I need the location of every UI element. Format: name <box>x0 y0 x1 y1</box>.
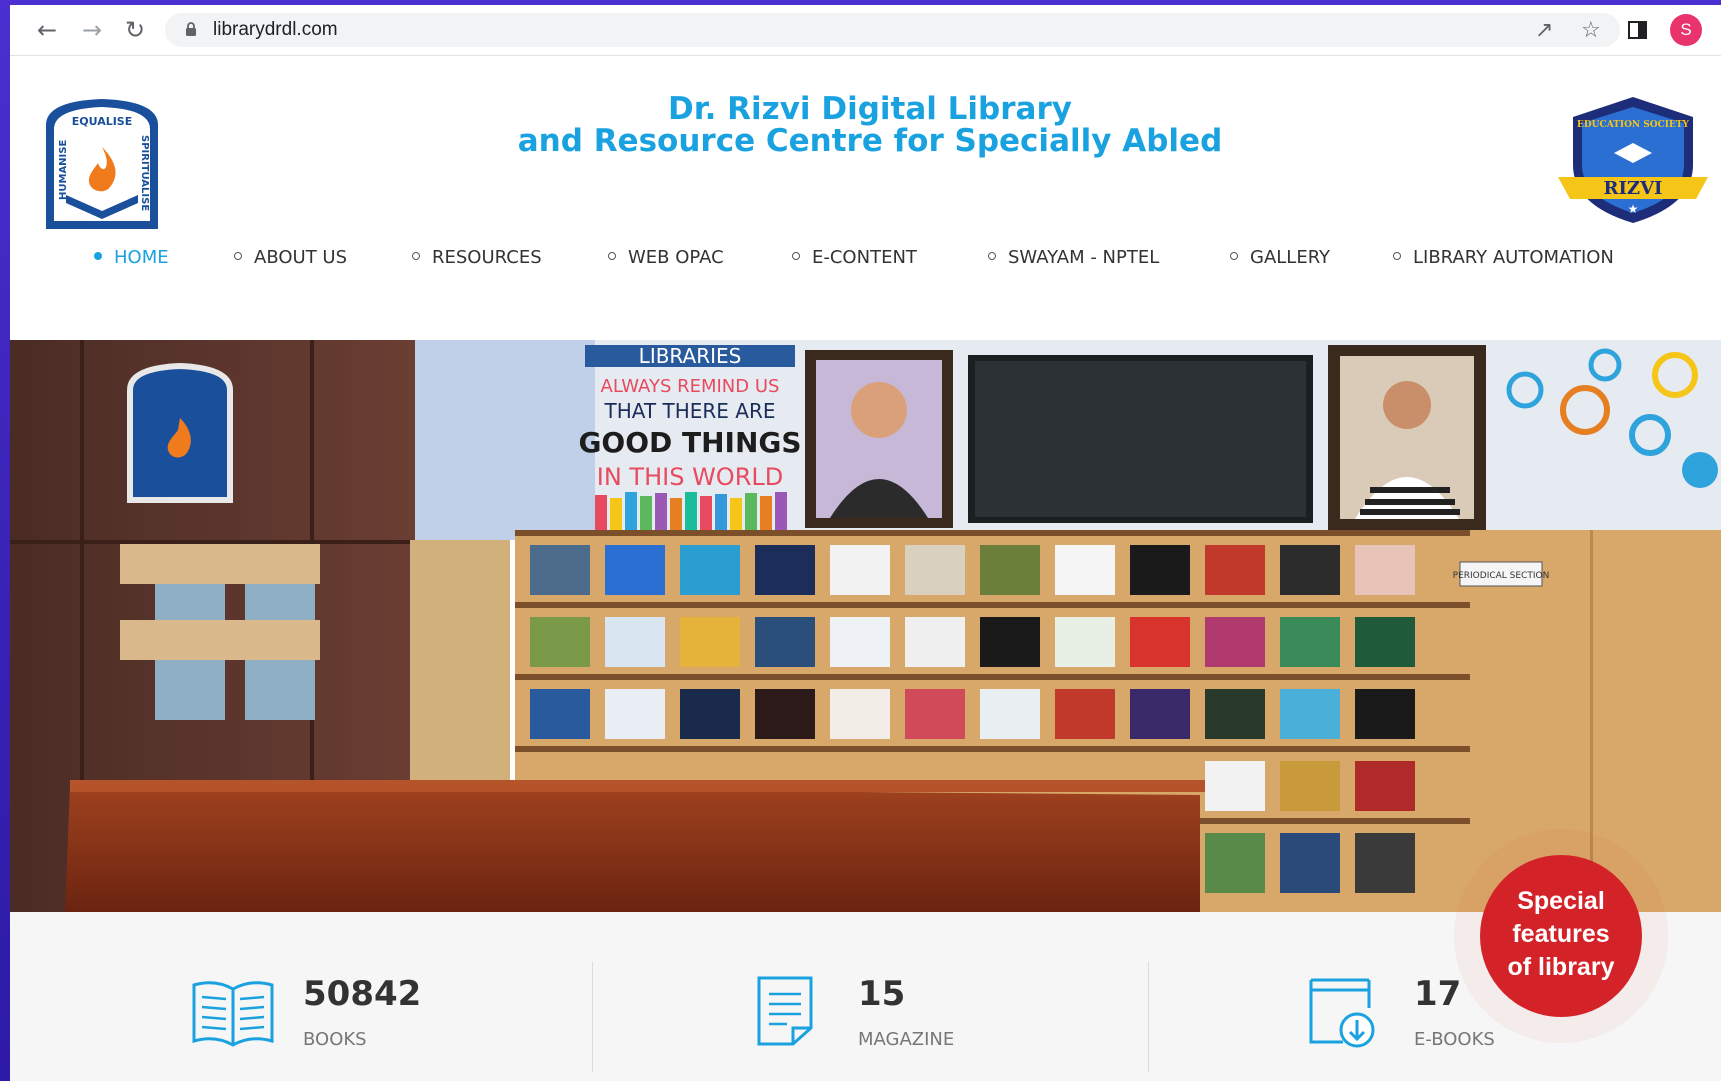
books-count: 50842 <box>303 974 422 1014</box>
profile-avatar[interactable]: S <box>1670 14 1702 46</box>
society-logo[interactable]: EDUCATION SOCIETY RIZVI ★ <box>1558 95 1708 225</box>
nav-resources-label: RESOURCES <box>432 247 542 268</box>
main-navigation: HOME ABOUT US RESOURCES WEB OPAC E-CONTE… <box>10 247 1721 277</box>
logo-text-rizvi: RIZVI <box>1604 178 1663 199</box>
address-bar[interactable]: librarydrdl.com ↗ ☆ <box>165 13 1620 47</box>
nav-swayam-nptel[interactable]: SWAYAM - NPTEL <box>988 247 1159 268</box>
lock-icon <box>186 22 196 36</box>
library-logo[interactable]: EQUALISE HUMANISE SPIRITUALISE <box>36 95 168 235</box>
periodical-sign-text: PERIODICAL SECTION <box>1453 571 1550 581</box>
nav-about-us-label: ABOUT US <box>254 247 348 268</box>
site-title-line1: Dr. Rizvi Digital Library <box>668 91 1072 127</box>
bullet-icon <box>412 252 420 260</box>
stats-section: 50842 BOOKS 15 MAGAZINE 17 E-BOOKS <box>10 912 1721 1081</box>
logo-text-education-society: EDUCATION SOCIETY <box>1577 120 1690 130</box>
bullet-icon <box>1230 252 1238 260</box>
reload-icon[interactable]: ↻ <box>120 15 150 45</box>
browser-window: ← → ↻ librarydrdl.com ↗ ☆ S EQUALISE HUM… <box>10 5 1721 1081</box>
wall-quote-line1: ALWAYS REMIND US <box>601 376 780 397</box>
share-icon[interactable]: ↗ <box>1535 18 1553 43</box>
nav-home-label: HOME <box>114 247 169 268</box>
nav-home[interactable]: HOME <box>94 247 169 268</box>
wall-quote-line2: THAT THERE ARE <box>604 399 776 423</box>
nav-e-content-label: E-CONTENT <box>812 247 917 268</box>
books-label: BOOKS <box>303 1029 367 1050</box>
document-icon <box>757 976 813 1046</box>
special-features-button[interactable]: Special features of library <box>1480 855 1642 1017</box>
logo-text-humanise: HUMANISE <box>58 140 69 200</box>
logo-text-spiritualise: SPIRITUALISE <box>139 135 150 211</box>
bullet-icon <box>792 252 800 260</box>
magazine-count: 15 <box>858 974 906 1014</box>
special-line1: Special <box>1517 887 1605 915</box>
special-line3: of library <box>1507 953 1615 981</box>
bullet-icon <box>1393 252 1401 260</box>
url-text[interactable]: librarydrdl.com <box>213 19 338 41</box>
nav-library-automation-label: LIBRARY AUTOMATION <box>1413 247 1614 268</box>
wall-quote-line3: GOOD THINGS <box>578 426 801 459</box>
wall-banner-text: LIBRARIES <box>639 344 742 368</box>
forward-arrow-icon[interactable]: → <box>77 15 107 45</box>
nav-web-opac-label: WEB OPAC <box>628 247 724 268</box>
nav-about-us[interactable]: ABOUT US <box>234 247 347 268</box>
bullet-icon <box>234 252 242 260</box>
logo-text-equalise: EQUALISE <box>72 115 133 128</box>
special-line2: features <box>1512 920 1610 948</box>
hero-image: LIBRARIES ALWAYS REMIND US THAT THERE AR… <box>10 340 1721 912</box>
site-title-line2: and Resource Centre for Specially Abled <box>517 123 1223 159</box>
star-icon-logo: ★ <box>1628 202 1639 216</box>
bullet-icon <box>608 252 616 260</box>
ebooks-label: E-BOOKS <box>1414 1029 1495 1050</box>
bullet-icon <box>988 252 996 260</box>
site-title: Dr. Rizvi Digital Library and Resource C… <box>410 93 1330 157</box>
nav-swayam-nptel-label: SWAYAM - NPTEL <box>1008 247 1160 268</box>
nav-gallery[interactable]: GALLERY <box>1230 247 1330 268</box>
nav-library-automation[interactable]: LIBRARY AUTOMATION <box>1393 247 1614 268</box>
book-icon <box>192 981 274 1047</box>
nav-resources[interactable]: RESOURCES <box>412 247 542 268</box>
star-icon[interactable]: ☆ <box>1581 18 1601 43</box>
ebook-download-icon <box>1309 978 1375 1048</box>
stats-divider <box>592 962 593 1072</box>
stats-divider <box>1148 962 1149 1072</box>
back-arrow-icon[interactable]: ← <box>32 15 62 45</box>
wall-quote-line4: IN THIS WORLD <box>597 463 783 491</box>
bullet-icon <box>94 252 102 260</box>
nav-web-opac[interactable]: WEB OPAC <box>608 247 724 268</box>
nav-gallery-label: GALLERY <box>1250 247 1331 268</box>
library-photo: LIBRARIES ALWAYS REMIND US THAT THERE AR… <box>10 340 1721 912</box>
side-panel-icon[interactable] <box>1627 19 1649 41</box>
nav-e-content[interactable]: E-CONTENT <box>792 247 917 268</box>
ebooks-count: 17 <box>1414 974 1462 1014</box>
magazine-label: MAGAZINE <box>858 1029 955 1050</box>
browser-toolbar: ← → ↻ librarydrdl.com ↗ ☆ S <box>10 5 1721 56</box>
